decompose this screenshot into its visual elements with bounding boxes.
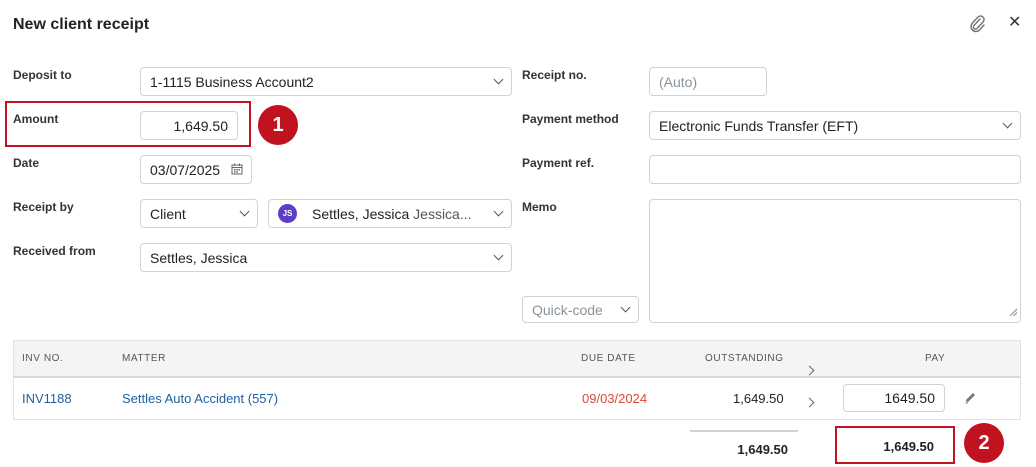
deposit-to-select[interactable]: 1-1115 Business Account2 — [140, 67, 512, 96]
receipt-no-input[interactable]: (Auto) — [649, 67, 767, 96]
annotation-badge-1: 1 — [258, 105, 298, 145]
pay-amount-value: 1649.50 — [884, 390, 935, 406]
outstanding-value: 1,649.50 — [733, 391, 784, 406]
date-input[interactable]: 03/07/2025 — [140, 155, 252, 184]
memo-textarea[interactable] — [649, 199, 1021, 323]
deposit-to-label: Deposit to — [13, 68, 72, 82]
close-icon[interactable]: ✕ — [1008, 12, 1021, 32]
client-name: Settles, Jessica — [312, 205, 410, 222]
col-due-date: DUE DATE — [581, 353, 636, 364]
paperclip-icon[interactable] — [968, 14, 986, 39]
col-outstanding: OUTSTANDING — [705, 353, 784, 364]
receipt-by-client-select[interactable]: JS Settles, Jessica Jessica... — [268, 199, 512, 228]
invoice-table-header: INV NO. MATTER DUE DATE OUTSTANDING PAY — [13, 340, 1021, 378]
payment-method-label: Payment method — [522, 112, 619, 126]
memo-label: Memo — [522, 200, 557, 214]
col-matter: MATTER — [122, 353, 166, 364]
col-inv-no: INV NO. — [22, 353, 64, 364]
dialog-title: New client receipt — [13, 16, 150, 33]
amount-highlight-box — [5, 101, 251, 147]
annotation-badge-2: 2 — [964, 423, 1004, 463]
client-subtext: Jessica... — [413, 205, 472, 222]
chevron-down-icon — [493, 250, 504, 261]
pencil-icon[interactable] — [964, 391, 977, 407]
receipt-no-label: Receipt no. — [522, 68, 587, 82]
resize-handle-icon[interactable] — [1009, 304, 1018, 320]
col-pay: PAY — [925, 353, 946, 364]
payment-ref-label: Payment ref. — [522, 156, 595, 170]
receipt-by-type-value: Client — [150, 205, 186, 222]
chevron-down-icon — [493, 206, 504, 217]
chevron-down-icon — [1002, 118, 1013, 129]
deposit-to-value: 1-1115 Business Account2 — [150, 73, 314, 90]
chevron-down-icon — [620, 302, 631, 313]
receipt-by-type-select[interactable]: Client — [140, 199, 258, 228]
calendar-icon[interactable] — [231, 162, 243, 178]
quick-code-placeholder: Quick-code — [532, 301, 603, 318]
total-outstanding-value: 1,649.50 — [737, 441, 788, 457]
total-pay-highlight-box — [835, 426, 955, 464]
pay-amount-input[interactable]: 1649.50 — [843, 384, 945, 412]
date-label: Date — [13, 156, 40, 170]
due-date-value: 09/03/2024 — [582, 391, 648, 406]
chevron-down-icon — [239, 206, 250, 217]
payment-method-value: Electronic Funds Transfer (EFT) — [659, 117, 859, 134]
received-from-label: Received from — [13, 244, 96, 258]
avatar: JS — [278, 204, 297, 223]
payment-method-select[interactable]: Electronic Funds Transfer (EFT) — [649, 111, 1021, 140]
chevron-down-icon — [493, 74, 504, 85]
payment-ref-input[interactable] — [649, 155, 1021, 184]
received-from-select[interactable]: Settles, Jessica — [140, 243, 512, 272]
receipt-by-label: Receipt by — [13, 200, 74, 214]
receipt-no-placeholder: (Auto) — [659, 73, 698, 90]
invoice-number-link[interactable]: INV1188 — [22, 391, 72, 406]
matter-link[interactable]: Settles Auto Accident (557) — [122, 391, 278, 406]
client-name-wrap: Settles, Jessica Jessica... — [312, 206, 487, 222]
table-row: INV1188 Settles Auto Accident (557) 09/0… — [13, 378, 1021, 420]
total-outstanding: 1,649.50 — [690, 430, 798, 466]
date-value: 03/07/2025 — [150, 161, 221, 178]
row-expand-icon[interactable] — [804, 394, 815, 409]
received-from-value: Settles, Jessica — [150, 249, 248, 266]
quick-code-select[interactable]: Quick-code — [522, 296, 639, 323]
